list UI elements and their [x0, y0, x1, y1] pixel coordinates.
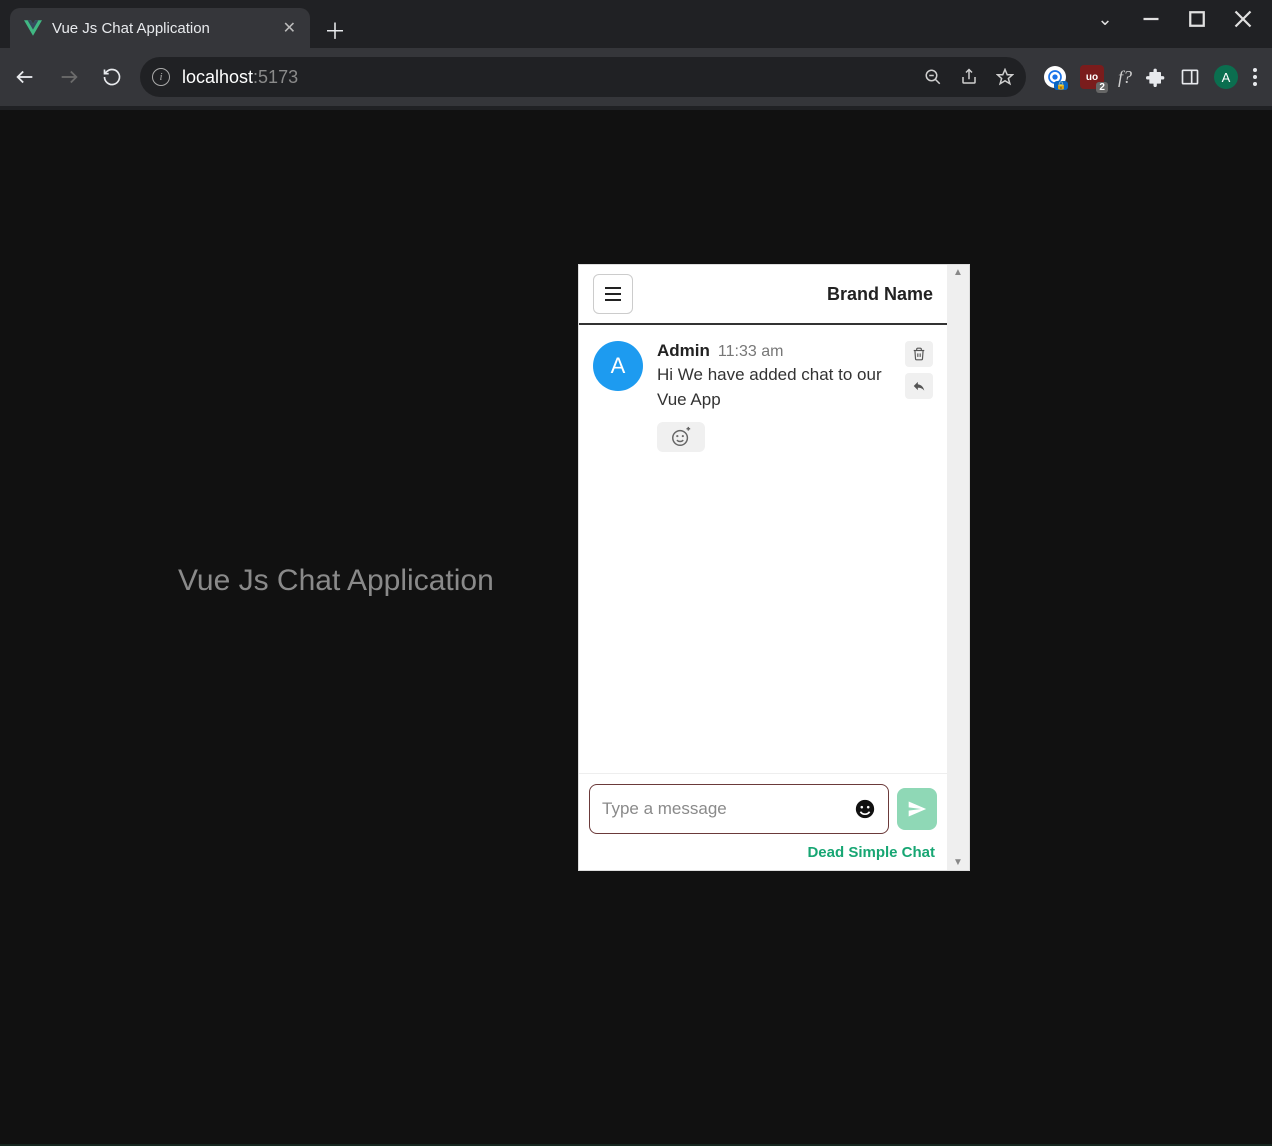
forward-button: [58, 66, 80, 88]
whatfont-icon[interactable]: f?: [1118, 67, 1132, 88]
lock-badge-icon: 🔒: [1054, 81, 1068, 90]
page-title: Vue Js Chat Application: [178, 564, 494, 598]
address-bar[interactable]: i localhost:5173: [140, 57, 1026, 97]
minimize-button[interactable]: [1142, 10, 1160, 28]
send-icon: [907, 799, 927, 819]
maximize-button[interactable]: [1188, 10, 1206, 28]
message-avatar: A: [593, 341, 643, 391]
emoji-plus-icon: [670, 426, 692, 448]
ublock-badge: 2: [1096, 82, 1108, 93]
bookmark-icon[interactable]: [996, 68, 1014, 86]
browser-chrome: Vue Js Chat Application ✕ ＋ ⌄ i localhos…: [0, 0, 1272, 110]
chrome-menu-icon[interactable]: [1252, 67, 1258, 87]
window-controls: ⌄: [1096, 0, 1272, 28]
scroll-down-icon[interactable]: ▼: [947, 857, 969, 868]
new-tab-button[interactable]: ＋: [324, 14, 346, 46]
chat-input-row: [579, 773, 947, 840]
chat-messages: A Admin 11:33 am Hi We have added chat t…: [579, 325, 947, 773]
chat-widget: Brand Name A Admin 11:33 am Hi We have a…: [578, 264, 970, 871]
chat-menu-button[interactable]: [593, 274, 633, 314]
share-icon[interactable]: [960, 68, 978, 86]
delete-message-button[interactable]: [905, 341, 933, 367]
chat-footer: Dead Simple Chat: [579, 840, 947, 870]
url-host: localhost: [182, 67, 253, 87]
side-panel-icon[interactable]: [1180, 67, 1200, 87]
zoom-icon[interactable]: [924, 68, 942, 86]
add-reaction-button[interactable]: [657, 422, 705, 452]
message-text: Hi We have added chat to our Vue App: [657, 363, 885, 412]
trash-icon: [912, 347, 926, 361]
tab-search-icon[interactable]: ⌄: [1096, 10, 1114, 28]
vue-logo-icon: [24, 19, 42, 37]
browser-tab[interactable]: Vue Js Chat Application ✕: [10, 8, 310, 48]
message-input[interactable]: [602, 799, 846, 819]
ublock-icon[interactable]: uo2: [1080, 65, 1104, 89]
profile-avatar[interactable]: A: [1214, 65, 1238, 89]
toolbar: i localhost:5173 🔒 uo2 f? A: [0, 48, 1272, 106]
page-viewport: Vue Js Chat Application Brand Name A Adm…: [0, 110, 1272, 1146]
send-button[interactable]: [897, 788, 937, 830]
close-window-button[interactable]: [1234, 10, 1252, 28]
back-button[interactable]: [14, 66, 36, 88]
chat-brand: Brand Name: [827, 284, 933, 305]
tab-title: Vue Js Chat Application: [52, 20, 210, 37]
chat-header: Brand Name: [579, 265, 947, 325]
reply-message-button[interactable]: [905, 373, 933, 399]
close-tab-icon[interactable]: ✕: [283, 18, 296, 38]
extensions-icon[interactable]: [1146, 67, 1166, 87]
chat-message: A Admin 11:33 am Hi We have added chat t…: [593, 341, 933, 452]
reply-icon: [912, 379, 926, 393]
chat-scrollbar[interactable]: ▲ ▼: [947, 265, 969, 870]
titlebar: Vue Js Chat Application ✕ ＋ ⌄: [0, 0, 1272, 48]
chat-input-box[interactable]: [589, 784, 889, 834]
nav-buttons: [14, 66, 122, 88]
scroll-up-icon[interactable]: ▲: [947, 267, 969, 278]
chat-footer-link[interactable]: Dead Simple Chat: [807, 844, 935, 861]
reload-button[interactable]: [102, 67, 122, 87]
emoji-icon: [854, 798, 876, 820]
url-port: :5173: [253, 67, 298, 87]
url-text: localhost:5173: [182, 67, 298, 88]
site-info-icon[interactable]: i: [152, 68, 170, 86]
message-time: 11:33 am: [718, 343, 784, 361]
extension-icons: 🔒 uo2 f? A: [1044, 65, 1258, 89]
extension-blue-icon[interactable]: 🔒: [1044, 66, 1066, 88]
hamburger-icon: [604, 286, 622, 302]
message-actions: [905, 341, 933, 452]
message-author: Admin: [657, 341, 710, 361]
emoji-picker-button[interactable]: [854, 798, 876, 820]
